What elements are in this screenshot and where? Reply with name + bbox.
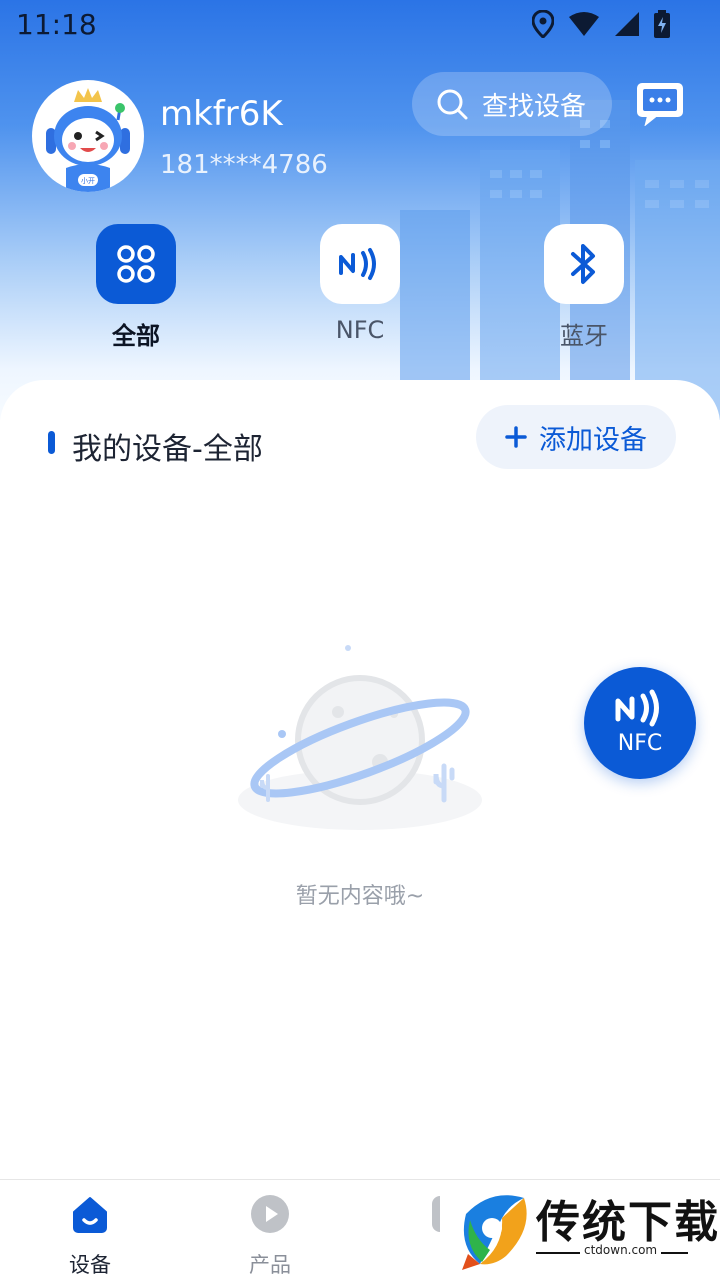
phone-number: 181****4786 [160, 150, 328, 180]
grid-icon [117, 245, 155, 283]
wifi-icon [569, 12, 599, 36]
location-icon [532, 10, 554, 38]
nfc-icon [615, 689, 659, 727]
ctdown-logo-icon [462, 1195, 527, 1270]
search-devices-button[interactable]: 查找设备 [412, 72, 612, 136]
category-label: NFC [335, 316, 385, 344]
tab-devices[interactable]: 设备 [20, 1194, 160, 1279]
empty-state-text: 暂无内容哦~ [295, 884, 425, 909]
watermark-url: ctdown.com [580, 1243, 662, 1257]
nfc-icon [339, 248, 376, 280]
play-circle-icon [251, 1195, 289, 1233]
watermark-brand: 传统下载 [536, 1197, 720, 1248]
plus-icon [505, 426, 527, 448]
tab-label: 设备 [69, 1253, 111, 1277]
device-home-icon [73, 1197, 107, 1233]
category-bluetooth[interactable]: 蓝牙 [504, 224, 664, 351]
header-background [0, 0, 720, 420]
search-label: 查找设备 [482, 91, 587, 122]
status-bar: 11:18 [0, 0, 720, 50]
category-label: 蓝牙 [560, 322, 608, 350]
category-label: 全部 [112, 322, 160, 350]
status-time: 11:18 [16, 8, 97, 41]
signal-icon [615, 12, 639, 36]
add-device-button[interactable]: 添加设备 [476, 405, 676, 469]
section-title: 我的设备-全部 [72, 432, 263, 467]
tab-products[interactable]: 产品 [200, 1194, 340, 1279]
category-nfc[interactable]: NFC [280, 224, 440, 344]
avatar-badge: 小开 [81, 176, 95, 185]
nfc-floating-button[interactable]: NFC [584, 667, 696, 779]
tab-label: 产品 [249, 1253, 291, 1277]
category-all[interactable]: 全部 [56, 224, 216, 351]
chat-bubble-icon[interactable] [636, 82, 684, 126]
username: mkfr6K [160, 94, 283, 134]
section-accent-bar [48, 431, 55, 454]
watermark-logo: 传统下载 ctdown.com [440, 1180, 720, 1280]
add-device-label: 添加设备 [539, 424, 647, 456]
battery-icon [654, 10, 670, 38]
nfc-fab-label: NFC [617, 731, 663, 756]
empty-planet-illustration [238, 645, 482, 830]
robot-avatar-icon: 小开 [46, 88, 130, 192]
avatar[interactable]: 小开 [32, 80, 144, 192]
search-icon [437, 89, 468, 120]
bluetooth-icon [571, 244, 595, 284]
